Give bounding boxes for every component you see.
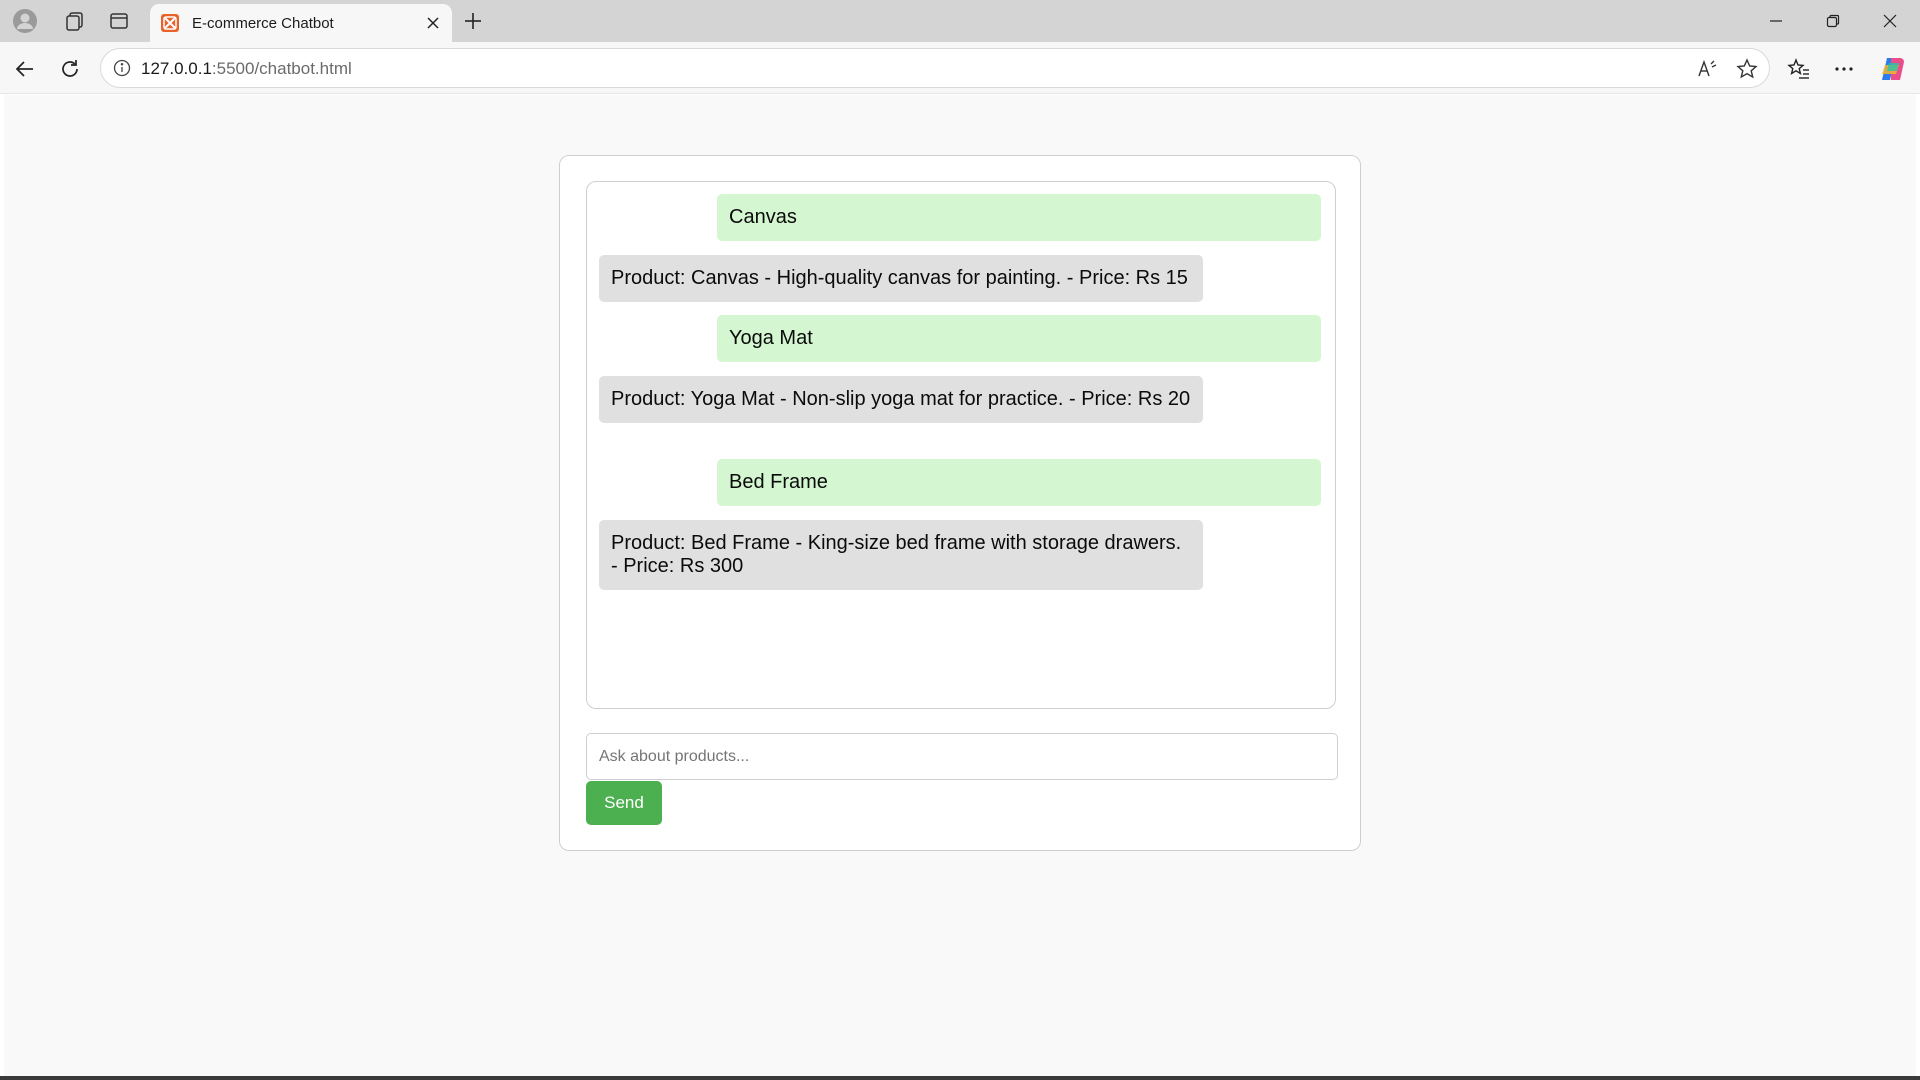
user-message: Bed Frame <box>717 459 1321 506</box>
chat-input[interactable] <box>586 733 1338 780</box>
minimize-icon[interactable] <box>1748 0 1804 42</box>
copilot-icon[interactable] <box>1876 52 1910 86</box>
tab-close-icon[interactable] <box>420 10 446 36</box>
tab-title: E-commerce Chatbot <box>192 14 334 32</box>
workspaces-icon[interactable] <box>60 6 90 36</box>
send-button[interactable]: Send <box>586 781 662 825</box>
address-bar[interactable]: 127.0.0.1:5500/chatbot.html <box>100 48 1770 88</box>
tab-strip: E-commerce Chatbot <box>0 0 1920 42</box>
chat-messages: Canvas Product: Canvas - High-quality ca… <box>586 181 1336 709</box>
more-icon[interactable] <box>1827 52 1861 86</box>
favorite-star-icon[interactable] <box>1735 57 1759 81</box>
bot-message: Product: Canvas - High-quality canvas fo… <box>599 255 1203 302</box>
site-info-icon[interactable] <box>111 57 133 79</box>
active-tab[interactable]: E-commerce Chatbot <box>150 4 452 42</box>
url-host: 127.0.0.1 <box>141 59 212 78</box>
user-message: Yoga Mat <box>717 315 1321 362</box>
bot-message: Product: Yoga Mat - Non-slip yoga mat fo… <box>599 376 1203 423</box>
restore-icon[interactable] <box>1805 0 1861 42</box>
profile-icon[interactable] <box>10 6 40 36</box>
page-viewport: Canvas Product: Canvas - High-quality ca… <box>4 95 1916 1076</box>
refresh-icon[interactable] <box>53 52 87 86</box>
url-path: :5500/chatbot.html <box>211 59 352 78</box>
user-message: Canvas <box>717 194 1321 241</box>
favicon-icon <box>160 13 180 33</box>
vertical-tabs-icon[interactable] <box>104 6 134 36</box>
favorites-icon[interactable] <box>1782 52 1816 86</box>
url-text: 127.0.0.1:5500/chatbot.html <box>141 59 352 79</box>
read-aloud-icon[interactable] <box>1695 57 1719 81</box>
window-bottom-edge <box>0 1076 1920 1080</box>
window-close-icon[interactable] <box>1862 0 1918 42</box>
new-tab-icon[interactable] <box>458 6 488 36</box>
browser-toolbar: 127.0.0.1:5500/chatbot.html <box>0 42 1920 94</box>
back-icon[interactable] <box>8 52 42 86</box>
bot-message: Product: Bed Frame - King-size bed frame… <box>599 520 1203 590</box>
chat-container: Canvas Product: Canvas - High-quality ca… <box>559 155 1361 851</box>
